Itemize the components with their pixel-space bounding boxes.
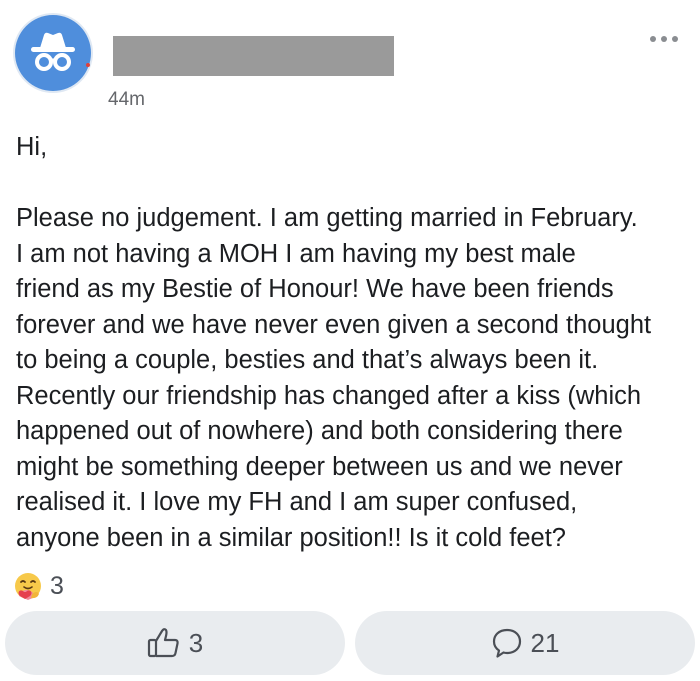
post-line: happened out of nowhere) and both consid…	[16, 417, 623, 445]
post-line: realised it. I love my FH and I am super…	[16, 488, 578, 516]
reaction-summary[interactable]: 3	[12, 570, 64, 602]
comment-bubble-icon	[492, 628, 521, 658]
author-name-redacted[interactable]	[113, 36, 394, 76]
post-line: to being a couple, besties and that’s al…	[16, 346, 599, 374]
care-emoji-icon	[15, 573, 41, 600]
post-header: 44m	[0, 0, 700, 120]
incognito-icon	[31, 32, 75, 71]
avatar[interactable]	[15, 15, 91, 91]
post-line: Recently our friendship has changed afte…	[16, 381, 642, 410]
status-dot	[86, 63, 90, 67]
post-body: Hi, Please no judgement. I am getting ma…	[16, 130, 686, 556]
post-line: friend as my Bestie of Honour! We have b…	[16, 275, 614, 303]
post-timestamp[interactable]: 44m	[108, 89, 145, 111]
post-line: Please no judgement. I am getting marrie…	[16, 204, 638, 232]
post-line: I am not having a MOH I am having my bes…	[16, 239, 576, 268]
action-bar: 3 21	[5, 611, 695, 675]
like-button[interactable]: 3	[5, 611, 345, 675]
more-dots-icon	[650, 36, 656, 42]
comment-button[interactable]: 21	[355, 611, 695, 675]
post-line: anyone been in a similar position!! Is i…	[16, 523, 566, 552]
thumbs-up-icon	[147, 628, 179, 658]
post-line: might be something deeper between us and…	[16, 452, 623, 481]
post-line: forever and we have never even given a s…	[16, 310, 652, 339]
like-count: 3	[188, 627, 204, 658]
post-greeting: Hi,	[16, 133, 48, 161]
comment-count: 21	[530, 627, 560, 658]
reaction-count: 3	[50, 571, 64, 600]
more-options-button[interactable]	[650, 32, 690, 46]
